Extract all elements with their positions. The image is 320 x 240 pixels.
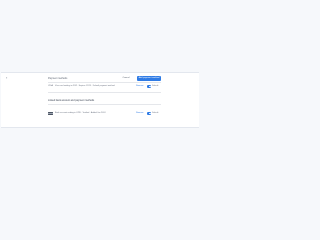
section-title: Linked bank account and payment methods [48,98,95,102]
section-title-divider [48,104,161,105]
section-divider [48,92,161,93]
arrow-left-icon[interactable]: ‹ [6,76,7,80]
payment-methods-panel: ‹ Payment methods Cancel Add payment met… [1,72,199,128]
default-toggle-label: Default [152,85,159,87]
page-title: Payment methods [48,76,68,80]
card-icon: VISA [48,85,53,87]
page: ‹ Payment methods Cancel Add payment met… [0,0,200,200]
bank-card-icon [48,112,53,115]
linked-payment-row: Bank account ending in 6789 · Verified ·… [48,112,161,117]
add-payment-method-button[interactable]: Add payment method [137,75,161,81]
linked-default-toggle-label: Default [152,112,159,114]
header-divider [48,82,161,83]
payment-method-description: Visa card ending in 4242 · Expires 12/25… [55,85,115,87]
existing-payment-row: VISA Visa card ending in 4242 · Expires … [48,85,161,90]
linked-method-description: Bank account ending in 6789 · Verified ·… [55,112,106,114]
default-toggle[interactable] [147,85,151,88]
cancel-button[interactable]: Cancel [119,76,133,81]
remove-link[interactable]: Remove [136,85,143,88]
remove-linked-link[interactable]: Remove [136,112,143,115]
linked-default-toggle[interactable] [147,112,151,115]
